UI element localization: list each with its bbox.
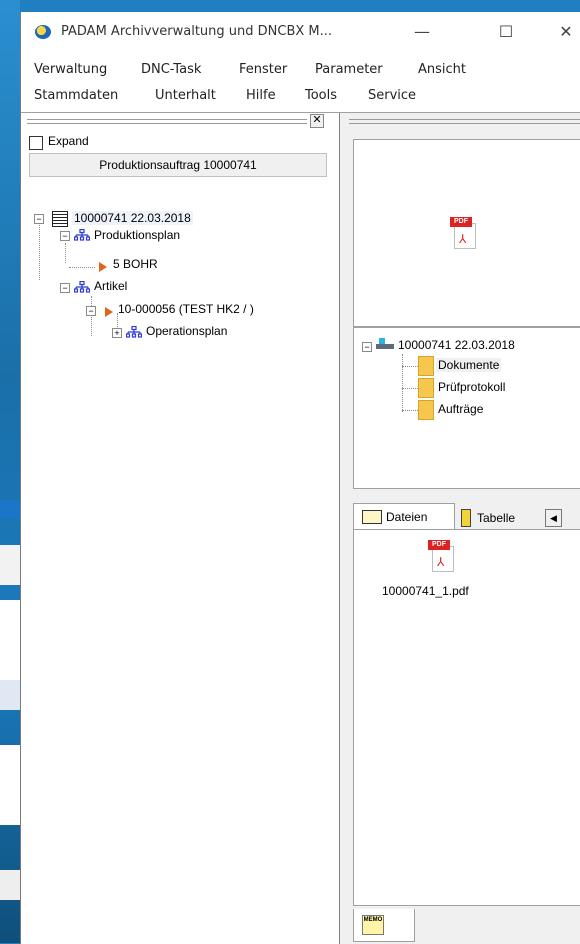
- file-list-panel: PDF ⅄ 10000741_1.pdf: [353, 529, 580, 906]
- desktop-window-fragment: [0, 600, 20, 680]
- operation-arrow-icon: [99, 262, 107, 272]
- desktop-window-fragment: [0, 500, 20, 518]
- pdf-icon[interactable]: PDF ⅄: [450, 217, 476, 249]
- tree-item-operationsplan[interactable]: Operationsplan: [146, 324, 227, 338]
- tree-line: [402, 410, 418, 411]
- tree-line: [91, 296, 92, 336]
- open-folder-icon: [362, 510, 382, 524]
- tab-dateien[interactable]: Dateien: [353, 503, 455, 530]
- right-pane: PDF ⅄ − 10000741 22.03.2018 Dokumente Pr…: [341, 113, 580, 944]
- document-tree-panel: − 10000741 22.03.2018 Dokumente Prüfprot…: [353, 327, 580, 489]
- desktop-window-fragment: [0, 870, 20, 900]
- tree-line: [39, 225, 40, 280]
- menu-parameter[interactable]: Parameter: [315, 62, 383, 77]
- tree-collapse-toggle[interactable]: −: [362, 342, 372, 352]
- tab-scroll-left-button[interactable]: ◀: [545, 509, 562, 527]
- tree-collapse-toggle[interactable]: −: [60, 283, 70, 293]
- doc-tree-item-pruefprotokoll[interactable]: Prüfprotokoll: [438, 380, 505, 394]
- menu-bar-row-1: Verwaltung DNC-Task Fenster Parameter An…: [21, 60, 580, 82]
- title-bar[interactable]: PADAM Archivverwaltung und DNCBX M... — …: [21, 12, 580, 52]
- menu-verwaltung[interactable]: Verwaltung: [34, 62, 107, 77]
- window-title: PADAM Archivverwaltung und DNCBX M...: [61, 24, 333, 39]
- file-name[interactable]: 10000741_1.pdf: [382, 584, 469, 598]
- tab-tabelle[interactable]: Tabelle: [457, 505, 545, 531]
- menu-bar-row-2: Stammdaten Unterhalt Hilfe Tools Service: [21, 88, 580, 103]
- memo-icon: MEMO: [362, 915, 384, 935]
- production-order-header: Produktionsauftrag 10000741: [29, 153, 327, 177]
- folder-icon: [418, 378, 434, 398]
- tree-expand-toggle[interactable]: +: [112, 328, 122, 338]
- hierarchy-icon: [126, 326, 142, 338]
- expand-label: Expand: [48, 134, 89, 148]
- expand-checkbox[interactable]: [29, 136, 43, 150]
- tree-item-article[interactable]: 10-000056 (TEST HK2 / ): [118, 302, 254, 316]
- maximize-button[interactable]: ☐: [491, 18, 521, 46]
- minimize-button[interactable]: —: [407, 18, 437, 46]
- left-tree-pane: ✕ Expand Produktionsauftrag 10000741 − 1…: [21, 113, 340, 944]
- tree-line: [402, 354, 403, 412]
- desktop-window-fragment: [0, 680, 20, 710]
- folder-icon: [418, 356, 434, 376]
- menu-dnc-task[interactable]: DNC-Task: [141, 62, 201, 77]
- menu-ansicht[interactable]: Ansicht: [418, 62, 466, 77]
- tree-collapse-toggle[interactable]: −: [86, 306, 96, 316]
- pane-close-icon[interactable]: ✕: [310, 114, 324, 128]
- doc-tree-item-dokumente[interactable]: Dokumente: [436, 358, 502, 372]
- article-arrow-icon: [105, 307, 113, 317]
- hierarchy-icon: [74, 229, 90, 241]
- tree-item-bohr[interactable]: 5 BOHR: [113, 257, 158, 271]
- app-logo-icon: [35, 25, 51, 39]
- menu-tools[interactable]: Tools: [305, 88, 337, 103]
- tree-root-order[interactable]: 10000741 22.03.2018: [72, 211, 193, 225]
- close-button[interactable]: ✕: [551, 18, 580, 46]
- memo-tab[interactable]: MEMO: [353, 909, 415, 942]
- tree-line: [69, 267, 95, 268]
- pane-grip[interactable]: [27, 119, 307, 124]
- app-window: PADAM Archivverwaltung und DNCBX M... — …: [20, 12, 580, 944]
- tree-item-produktionsplan[interactable]: Produktionsplan: [94, 228, 180, 242]
- tree-line: [65, 243, 66, 263]
- pdf-file-icon[interactable]: PDF ⅄: [428, 540, 454, 572]
- archive-drive-icon: [376, 338, 394, 350]
- preview-panel: PDF ⅄: [353, 139, 580, 327]
- tree-item-artikel[interactable]: Artikel: [94, 279, 127, 293]
- client-area: ✕ Expand Produktionsauftrag 10000741 − 1…: [21, 112, 580, 944]
- tree-line: [402, 388, 418, 389]
- desktop-window-fragment: [0, 545, 20, 585]
- menu-fenster[interactable]: Fenster: [239, 62, 287, 77]
- menu-service[interactable]: Service: [368, 88, 416, 103]
- order-icon: [52, 211, 68, 227]
- hierarchy-icon: [74, 281, 90, 293]
- folder-icon: [418, 400, 434, 420]
- menu-stammdaten[interactable]: Stammdaten: [34, 88, 118, 103]
- doc-tree-item-auftraege[interactable]: Aufträge: [438, 402, 483, 416]
- tree-collapse-toggle[interactable]: −: [34, 214, 44, 224]
- menu-hilfe[interactable]: Hilfe: [246, 88, 276, 103]
- menu-unterhalt[interactable]: Unterhalt: [155, 88, 216, 103]
- table-icon: [461, 509, 471, 527]
- tree-line: [402, 366, 418, 367]
- desktop-window-fragment: [0, 745, 20, 825]
- doc-tree-root[interactable]: 10000741 22.03.2018: [398, 338, 515, 352]
- pane-grip[interactable]: [349, 119, 580, 124]
- tree-collapse-toggle[interactable]: −: [60, 231, 70, 241]
